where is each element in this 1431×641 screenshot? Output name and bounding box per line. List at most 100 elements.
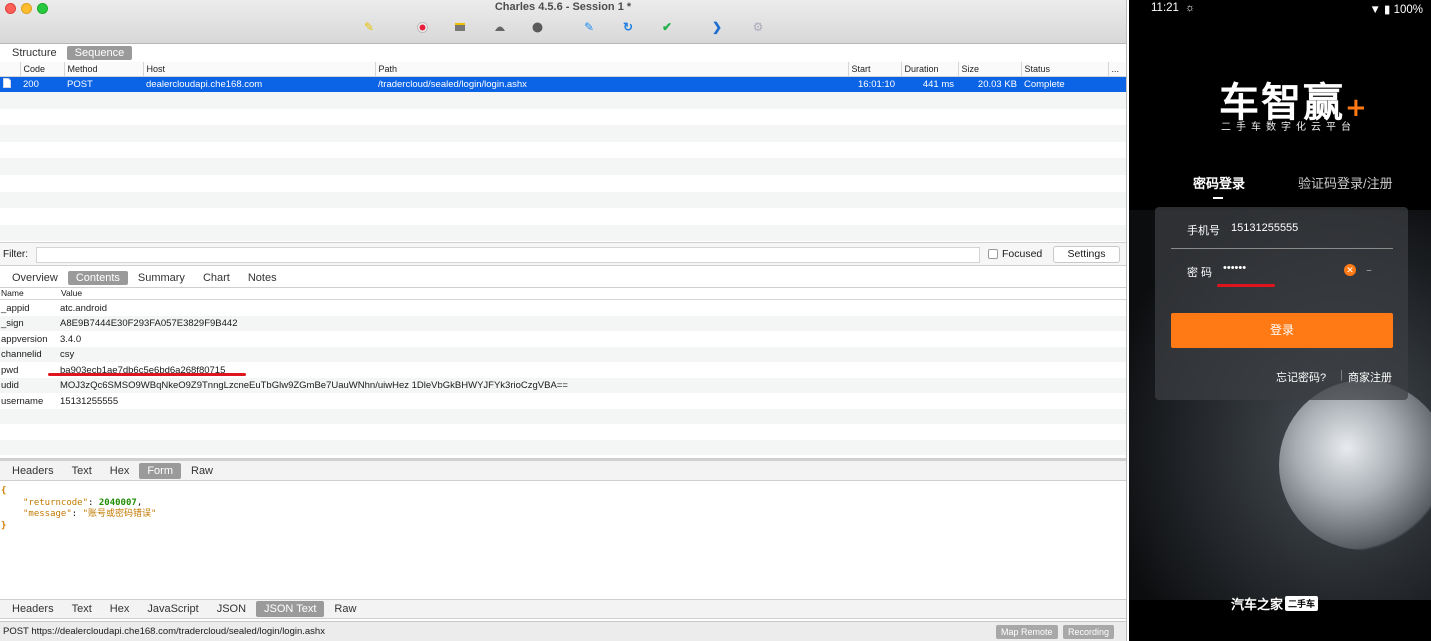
clear-icon[interactable]: ✕	[1344, 264, 1356, 276]
list-item[interactable]: appversion 3.4.0	[0, 331, 1126, 347]
col-start[interactable]: Start	[848, 62, 902, 77]
row-path: /tradercloud/sealed/login/login.ashx	[375, 76, 848, 92]
stop-icon[interactable]	[530, 20, 544, 34]
gear-icon[interactable]: ⚙	[751, 20, 765, 34]
status-text: POST https://dealercloudapi.che168.com/t…	[3, 626, 325, 637]
sequence-empty-rows	[0, 92, 1126, 242]
tab-res-raw[interactable]: Raw	[326, 601, 364, 617]
col-path[interactable]: Path	[375, 62, 849, 77]
request-params-header: Name Value	[0, 288, 1126, 301]
refresh-icon[interactable]: ↻	[621, 20, 635, 34]
forgot-password-link[interactable]: 忘记密码?	[1276, 369, 1326, 385]
detail-tabs: Overview Contents Summary Chart Notes	[0, 269, 1126, 289]
phone-status-bar: 11:21 ☼ ▼ ▮ 100%	[1129, 0, 1431, 18]
wifi-icon: ▼	[1369, 4, 1381, 16]
tab-res-headers[interactable]: Headers	[4, 601, 62, 617]
tab-req-hex[interactable]: Hex	[102, 463, 138, 479]
tab-indicator	[1213, 197, 1223, 199]
document-icon	[3, 77, 11, 91]
turtle-icon[interactable]	[493, 20, 507, 34]
pwd-annotation-mark	[48, 373, 246, 376]
view-tabs: Structure Sequence	[0, 44, 1126, 62]
throttle-icon[interactable]	[453, 20, 467, 34]
charles-window: Charles 4.5.6 - Session 1 * ✎ ✎ ↻ ✔ ❯ ⚙ …	[0, 0, 1127, 641]
row-status: Complete	[1021, 76, 1108, 92]
map-remote-button[interactable]: Map Remote	[996, 625, 1058, 639]
eye-closed-icon[interactable]: ⌣	[1366, 265, 1372, 276]
tab-req-text[interactable]: Text	[64, 463, 100, 479]
focused-option[interactable]: Focused	[988, 248, 1042, 260]
brand-tag: 二手车	[1285, 596, 1319, 611]
col-status[interactable]: Status	[1021, 62, 1109, 77]
response-tabs: Headers Text Hex JavaScript JSON JSON Te…	[0, 599, 1126, 620]
row-code: 200	[20, 76, 64, 92]
tab-contents[interactable]: Contents	[67, 271, 128, 286]
phone-input[interactable]: 15131255555	[1231, 222, 1298, 234]
filter-label: Filter:	[3, 248, 28, 260]
list-item[interactable]: _appid atc.android	[0, 300, 1126, 316]
tab-notes[interactable]: Notes	[240, 271, 285, 285]
row-duration: 441 ms	[901, 76, 958, 92]
brand-footer: 汽车之家 二手车	[1231, 594, 1319, 613]
list-item[interactable]: username 15131255555	[0, 393, 1126, 409]
tab-structure[interactable]: Structure	[4, 46, 65, 60]
row-size: 20.03 KB	[958, 76, 1021, 92]
col-size[interactable]: Size	[958, 62, 1022, 77]
col-duration[interactable]: Duration	[901, 62, 959, 77]
pen-icon[interactable]: ✎	[582, 20, 596, 34]
table-row[interactable]: 200 POST dealercloudapi.che168.com /trad…	[0, 76, 1126, 92]
battery-level: 100%	[1393, 4, 1423, 16]
title-bar: Charles 4.5.6 - Session 1 * ✎ ✎ ↻ ✔ ❯ ⚙	[0, 0, 1126, 44]
list-item[interactable]: channelid csy	[0, 346, 1126, 363]
battery-icon: ▮	[1384, 4, 1391, 16]
tab-res-javascript[interactable]: JavaScript	[139, 601, 206, 617]
tab-req-raw[interactable]: Raw	[183, 463, 221, 479]
tab-req-headers[interactable]: Headers	[4, 463, 62, 479]
focused-checkbox[interactable]	[988, 249, 998, 260]
tab-chart[interactable]: Chart	[195, 271, 238, 285]
tab-res-json[interactable]: JSON	[209, 601, 254, 617]
pwd-input[interactable]: ••••••	[1223, 262, 1246, 274]
tab-summary[interactable]: Summary	[130, 271, 193, 285]
focused-label: Focused	[1002, 248, 1043, 261]
col-host[interactable]: Host	[143, 62, 376, 77]
row-host: dealercloudapi.che168.com	[143, 76, 375, 92]
tab-res-text[interactable]: Text	[64, 601, 100, 617]
tab-res-hex[interactable]: Hex	[102, 601, 138, 617]
merchant-register-link[interactable]: 商家注册	[1348, 369, 1392, 385]
slogan: 二手车数字化云平台	[1221, 122, 1356, 133]
tab-sms-login[interactable]: 验证码登录/注册	[1298, 173, 1393, 192]
row-start: 16:01:10	[848, 76, 901, 92]
window-title: Charles 4.5.6 - Session 1 *	[494, 1, 632, 13]
list-item[interactable]: _sign A8E9B7444E30F293FA057E3829F9B442	[0, 315, 1126, 332]
col-value[interactable]: Value	[60, 288, 82, 299]
col-code[interactable]: Code	[20, 62, 65, 77]
phone-label: 手机号	[1187, 225, 1220, 237]
request-params: _appid atc.android _sign A8E9B7444E30F293F…	[0, 300, 1126, 456]
tab-overview[interactable]: Overview	[4, 271, 66, 285]
col-name[interactable]: Name	[0, 288, 60, 299]
tab-password-login[interactable]: 密码登录	[1193, 173, 1245, 192]
check-icon[interactable]: ✔	[660, 20, 674, 34]
sync-icon: ☼	[1185, 2, 1196, 14]
row-method: POST	[64, 76, 143, 92]
tab-sequence[interactable]: Sequence	[66, 46, 133, 60]
pwd-input-annotation-mark	[1217, 284, 1275, 287]
login-button[interactable]: 登录	[1171, 313, 1393, 348]
recording-button[interactable]: Recording	[1063, 625, 1115, 639]
record-icon[interactable]	[415, 20, 429, 34]
filter-bar: Filter: Focused Settings	[0, 242, 1126, 267]
list-item[interactable]: udid MOJ3zQc6SMSO9WBqNkeO9Z9TnngLzcneEuTb…	[0, 377, 1126, 394]
response-json[interactable]: { "returncode": 2040007, "message": "账号或…	[0, 481, 1126, 600]
col-method[interactable]: Method	[64, 62, 144, 77]
arrow-icon[interactable]: ❯	[710, 20, 724, 34]
settings-button[interactable]: Settings	[1053, 246, 1120, 264]
tab-res-json-text[interactable]: JSON Text	[256, 601, 325, 618]
broom-icon[interactable]: ✎	[362, 20, 376, 34]
tab-req-form[interactable]: Form	[139, 462, 181, 479]
filter-input[interactable]	[36, 247, 980, 264]
col-more[interactable]: ...	[1108, 62, 1126, 77]
pwd-label: 密 码	[1187, 267, 1213, 279]
clock: 11:21	[1151, 2, 1179, 14]
request-tabs: Headers Text Hex Form Raw	[0, 461, 1126, 482]
